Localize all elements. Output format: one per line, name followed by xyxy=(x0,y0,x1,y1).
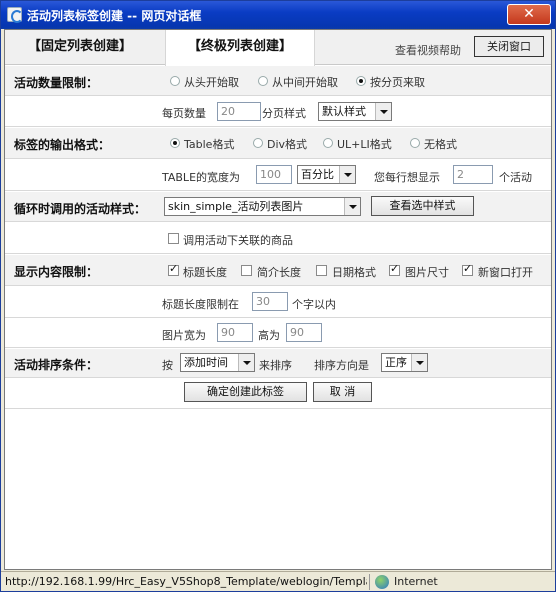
chevron-down-icon xyxy=(411,354,427,371)
sort-by-value: 添加时间 xyxy=(184,356,228,369)
image-width-label: 图片宽为 xyxy=(162,329,206,342)
tab-bar: 【固定列表创建】 【终极列表创建】 查看视频帮助 关闭窗口 xyxy=(5,30,551,66)
radio-from-middle[interactable] xyxy=(258,76,268,86)
per-page-label: 每页数量 xyxy=(162,107,206,120)
page-style-value: 默认样式 xyxy=(322,105,366,118)
sort-by-suffix: 来排序 xyxy=(259,359,292,372)
sort-direction-label: 排序方向是 xyxy=(314,359,369,372)
intro-length-checkbox[interactable] xyxy=(241,265,252,276)
width-unit-select[interactable]: 百分比 xyxy=(297,165,356,184)
sort-row: 活动排序条件： 按 添加时间 来排序 排序方向是 正序 xyxy=(5,349,551,378)
create-tag-button[interactable]: 确定创建此标签 xyxy=(184,382,307,402)
related-goods-label: 调用活动下关联的商品 xyxy=(183,234,293,247)
table-width-label: TABLE的宽度为 xyxy=(162,171,241,184)
date-format-option: 日期格式 xyxy=(332,266,376,279)
radio-div[interactable] xyxy=(253,138,263,148)
actions-row: 确定创建此标签 取 消 xyxy=(5,379,551,409)
sort-by-select[interactable]: 添加时间 xyxy=(180,353,255,372)
option-div: Div格式 xyxy=(267,138,308,151)
view-style-button[interactable]: 查看选中样式 xyxy=(371,196,474,216)
display-limit-label: 显示内容限制： xyxy=(14,265,99,279)
title-length-checkbox[interactable] xyxy=(168,262,179,276)
quantity-row: 活动数量限制： 从头开始取 从中间开始取 按分页来取 xyxy=(5,66,551,96)
option-table: Table格式 xyxy=(184,138,235,151)
new-window-checkbox[interactable] xyxy=(462,262,473,276)
radio-by-page[interactable] xyxy=(356,76,366,86)
width-unit-value: 百分比 xyxy=(301,168,334,181)
title-length-option: 标题长度 xyxy=(183,266,227,279)
radio-from-start[interactable] xyxy=(170,76,180,86)
page-style-label: 分页样式 xyxy=(262,107,306,120)
title-limit-input[interactable]: 30 xyxy=(252,292,288,311)
per-page-input[interactable]: 20 xyxy=(217,102,261,121)
option-from-middle: 从中间开始取 xyxy=(272,76,338,89)
title-bar: 活动列表标签创建 -- 网页对话框 ✕ xyxy=(1,1,555,29)
video-help-link[interactable]: 查看视频帮助 xyxy=(395,42,461,58)
output-format-row: 标签的输出格式： Table格式 Div格式 UL+LI格式 无格式 xyxy=(5,128,551,159)
paging-row: 每页数量 20 分页样式 默认样式 xyxy=(5,97,551,127)
output-format-label: 标签的输出格式： xyxy=(14,138,111,152)
intro-length-option: 简介长度 xyxy=(257,266,301,279)
image-width-input[interactable]: 90 xyxy=(217,323,253,342)
tab-fixed-list[interactable]: 【固定列表创建】 xyxy=(5,30,155,64)
image-size-checkbox[interactable] xyxy=(389,262,400,276)
ie-page-icon xyxy=(7,7,23,23)
new-window-option: 新窗口打开 xyxy=(478,266,533,279)
per-row-unit: 个活动 xyxy=(499,171,532,184)
sort-by-label: 按 xyxy=(162,359,173,372)
window-title: 活动列表标签创建 -- 网页对话框 xyxy=(27,9,202,23)
status-bar: http://192.168.1.99/Hrc_Easy_V5Shop8_Tem… xyxy=(1,571,555,591)
per-row-input[interactable]: 2 xyxy=(453,165,493,184)
tab-advanced-list[interactable]: 【终极列表创建】 xyxy=(165,30,315,66)
dialog-window: 活动列表标签创建 -- 网页对话框 ✕ 【固定列表创建】 【终极列表创建】 查看… xyxy=(0,0,556,592)
chevron-down-icon xyxy=(339,166,355,183)
option-by-page: 按分页来取 xyxy=(370,76,425,89)
option-ul-li: UL+LI格式 xyxy=(337,138,392,151)
title-limit-label: 标题长度限制在 xyxy=(162,298,239,311)
cancel-button[interactable]: 取 消 xyxy=(313,382,372,402)
globe-icon xyxy=(375,575,389,589)
option-from-start: 从头开始取 xyxy=(184,76,239,89)
item-style-label: 循环时调用的活动样式： xyxy=(14,202,147,216)
option-no-format: 无格式 xyxy=(424,138,457,151)
image-size-option: 图片尺寸 xyxy=(405,266,449,279)
table-width-input[interactable]: 100 xyxy=(256,165,292,184)
close-window-button[interactable]: 关闭窗口 xyxy=(474,36,544,57)
image-height-input[interactable]: 90 xyxy=(286,323,322,342)
status-divider xyxy=(369,574,370,590)
sort-direction-value: 正序 xyxy=(385,356,407,369)
related-goods-row: 调用活动下关联的商品 xyxy=(5,223,551,254)
display-limit-row: 显示内容限制： 标题长度 简介长度 日期格式 图片尺寸 新窗口打开 xyxy=(5,255,551,286)
chevron-down-icon xyxy=(344,198,360,215)
table-width-row: TABLE的宽度为 100 百分比 您每行想显示 2 个活动 xyxy=(5,160,551,191)
radio-table[interactable] xyxy=(170,138,180,148)
title-limit-row: 标题长度限制在 30 个字以内 xyxy=(5,287,551,318)
date-format-checkbox[interactable] xyxy=(316,265,327,276)
chevron-down-icon xyxy=(375,103,391,120)
sort-label: 活动排序条件： xyxy=(14,358,99,372)
related-goods-checkbox[interactable] xyxy=(168,233,179,244)
image-height-label: 高为 xyxy=(258,329,280,342)
page-style-select[interactable]: 默认样式 xyxy=(318,102,392,121)
image-size-row: 图片宽为 90 高为 90 xyxy=(5,319,551,348)
security-zone: Internet xyxy=(394,575,438,588)
item-style-row: 循环时调用的活动样式： skin_simple_活动列表图片 查看选中样式 xyxy=(5,192,551,222)
item-style-select[interactable]: skin_simple_活动列表图片 xyxy=(164,197,361,216)
radio-ul-li[interactable] xyxy=(323,138,333,148)
per-row-label: 您每行想显示 xyxy=(374,171,440,184)
radio-no-format[interactable] xyxy=(410,138,420,148)
sort-direction-select[interactable]: 正序 xyxy=(381,353,428,372)
dialog-content: 【固定列表创建】 【终极列表创建】 查看视频帮助 关闭窗口 活动数量限制： 从头… xyxy=(4,29,552,570)
quantity-label: 活动数量限制： xyxy=(14,76,99,90)
status-url: http://192.168.1.99/Hrc_Easy_V5Shop8_Tem… xyxy=(5,575,367,588)
item-style-value: skin_simple_活动列表图片 xyxy=(168,200,304,213)
close-icon[interactable]: ✕ xyxy=(507,4,551,25)
title-limit-unit: 个字以内 xyxy=(292,298,336,311)
chevron-down-icon xyxy=(238,354,254,371)
